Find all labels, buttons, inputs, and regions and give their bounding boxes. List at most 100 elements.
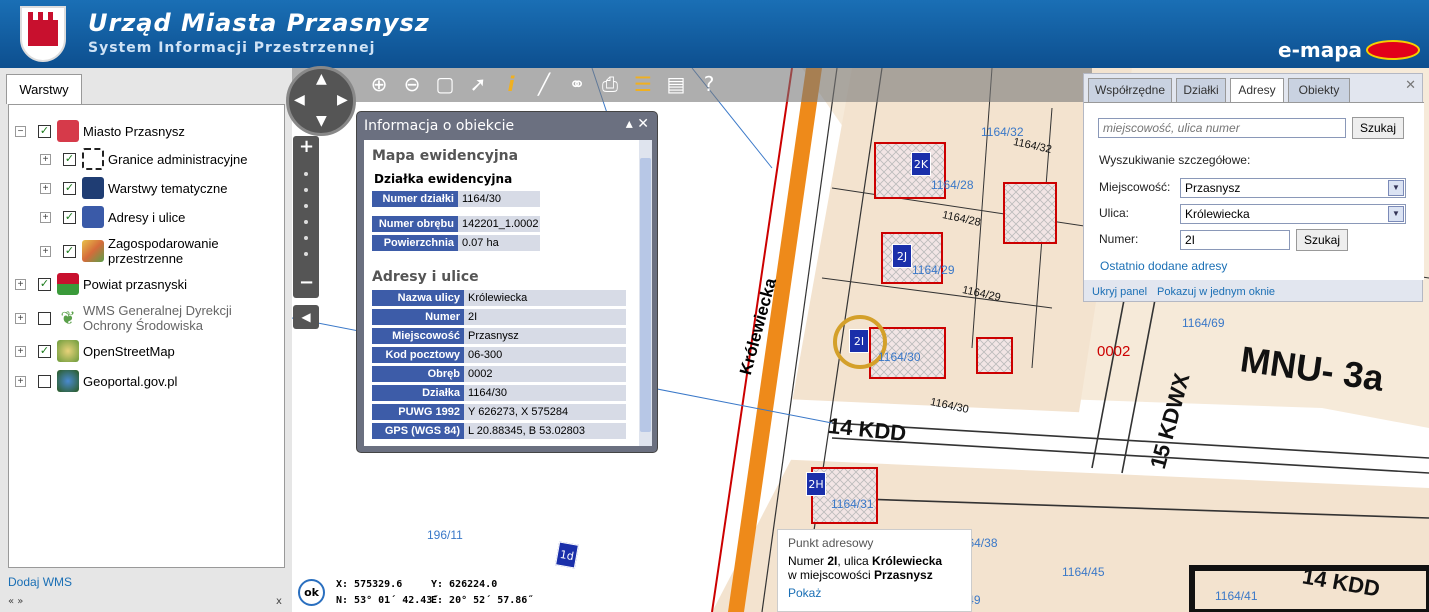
window-controls[interactable]: ▴ ✕ <box>626 116 649 132</box>
boundary-icon <box>82 148 104 170</box>
address-marker[interactable]: 2K <box>911 152 931 176</box>
layer-row[interactable]: − ✓ Miasto Przasnysz <box>15 120 185 142</box>
pan-up-icon[interactable]: ▲ <box>316 71 327 87</box>
detail-label: Wyszukiwanie szczegółowe: <box>1099 153 1251 167</box>
map-parcel-label: 196/11 <box>427 528 463 542</box>
search-number-button[interactable]: Szukaj <box>1296 229 1348 251</box>
layer-checkbox[interactable]: ✓ <box>38 344 51 358</box>
layer-checkbox[interactable]: ✓ <box>63 244 76 258</box>
zoom-plus-icon[interactable]: + <box>299 136 314 157</box>
coordinate-readout: X: 575329.6 Y: 626224.0 N: 53° 01´ 42.43… <box>336 579 534 606</box>
layer-tree <box>8 104 285 568</box>
info-row: Numer 2I <box>372 309 626 325</box>
one-window-link[interactable]: Pokazuj w jednym oknie <box>1157 286 1275 298</box>
section-title: Adresy i ulice <box>372 269 479 285</box>
link-icon[interactable]: ⚭ <box>565 72 589 96</box>
layer-row[interactable]: + ✓ Granice administracyjne <box>40 148 247 170</box>
layer-row[interactable]: + ✓ Powiat przasnyski <box>15 273 187 295</box>
collapse-icon[interactable]: − <box>15 125 26 137</box>
layer-label: Granice administracyjne <box>108 151 248 167</box>
recent-addresses-link[interactable]: Ostatnio dodane adresy <box>1100 259 1227 273</box>
search-input[interactable] <box>1098 118 1346 138</box>
zoning-map-icon <box>82 240 104 262</box>
tab-parcels[interactable]: Działki <box>1176 78 1226 102</box>
panel-collapse-arrows[interactable]: « » <box>8 596 23 607</box>
help-icon[interactable]: ? <box>697 72 721 96</box>
expand-icon[interactable]: + <box>40 182 51 194</box>
layer-row[interactable]: + ✓ ❦ WMS Generalnej Dyrekcji Ochrony Śro… <box>15 303 243 333</box>
layer-row[interactable]: + ✓ Geoportal.gov.pl <box>15 370 177 392</box>
pan-left-icon[interactable]: ◀ <box>294 92 305 108</box>
layout-icon[interactable]: ▤ <box>664 72 688 96</box>
city-crest-icon <box>57 120 79 142</box>
zoom-minus-icon[interactable]: − <box>299 272 314 293</box>
address-tooltip: Punkt adresowy Numer 2I, ulica Królewiec… <box>777 529 972 612</box>
zoom-in-icon[interactable]: ⊕ <box>367 72 391 96</box>
layer-row[interactable]: + ✓ Zagospodarowanie przestrzenne <box>40 236 238 266</box>
chevron-down-icon[interactable]: ▼ <box>1388 180 1404 196</box>
layer-label: Powiat przasnyski <box>83 276 188 292</box>
expand-icon[interactable]: + <box>40 153 51 165</box>
chevron-down-icon[interactable]: ▼ <box>1388 206 1404 222</box>
info-row: Obręb 0002 <box>372 366 626 382</box>
close-icon[interactable]: ✕ <box>1405 78 1416 93</box>
address-marker[interactable]: 1d <box>555 541 579 569</box>
add-wms-link[interactable]: Dodaj WMS <box>8 575 72 589</box>
address-marker[interactable]: 2I <box>849 329 869 353</box>
tab-layers[interactable]: Warstwy <box>6 74 82 104</box>
zoom-out-icon[interactable]: ⊖ <box>400 72 424 96</box>
street-select[interactable]: Królewiecka ▼ <box>1180 204 1406 224</box>
pan-control[interactable]: ▲ ▼ ◀ ▶ <box>286 66 356 136</box>
search-button[interactable]: Szukaj <box>1352 117 1404 139</box>
number-input[interactable]: 2I <box>1180 230 1290 250</box>
layer-row[interactable]: + ✓ Adresy i ulice <box>40 206 185 228</box>
expand-icon[interactable]: + <box>15 278 26 290</box>
layer-checkbox[interactable]: ✓ <box>38 311 51 325</box>
layers-icon[interactable]: ☰ <box>631 72 655 96</box>
layer-checkbox[interactable]: ✓ <box>63 210 76 224</box>
pointer-icon[interactable]: ➚ <box>466 72 490 96</box>
pan-down-icon[interactable]: ▼ <box>316 113 327 129</box>
address-marker[interactable]: 2J <box>892 244 912 268</box>
map-parcel-label: 1164/41 <box>1215 589 1258 603</box>
map-parcel-label: 1164/45 <box>1062 565 1105 579</box>
info-title: Informacja o obiekcie <box>364 118 515 134</box>
measure-icon[interactable]: ╱ <box>532 72 556 96</box>
pan-right-icon[interactable]: ▶ <box>337 92 348 108</box>
expand-icon[interactable]: + <box>40 245 51 257</box>
town-select[interactable]: Przasnysz ▼ <box>1180 178 1406 198</box>
address-marker[interactable]: 2H <box>806 472 826 496</box>
ok-button[interactable]: ok <box>298 579 325 606</box>
hide-panel-link[interactable]: Ukryj panel <box>1092 286 1147 298</box>
app-title: Urząd Miasta Przasnysz <box>88 9 430 37</box>
panel-close-button[interactable]: x <box>276 596 282 607</box>
layer-label: Geoportal.gov.pl <box>83 373 178 389</box>
show-link[interactable]: Pokaż <box>788 586 961 600</box>
print-icon[interactable]: ⎙ <box>598 72 622 96</box>
expand-icon[interactable]: + <box>15 312 26 324</box>
tab-addresses[interactable]: Adresy <box>1230 78 1284 103</box>
layer-checkbox[interactable]: ✓ <box>38 124 51 138</box>
layers-stack-icon <box>82 177 104 199</box>
number-label: Numer: <box>1099 232 1139 246</box>
collapse-panel-icon[interactable]: ◀ <box>293 305 319 329</box>
expand-icon[interactable]: + <box>15 345 26 357</box>
info-row: PUWG 1992 Y 626273, X 575284 <box>372 404 626 420</box>
layer-label: Zagospodarowanie przestrzenne <box>108 236 219 266</box>
full-extent-icon[interactable]: ▢ <box>433 72 457 96</box>
layer-row[interactable]: + ✓ Warstwy tematyczne <box>40 177 227 199</box>
layer-checkbox[interactable]: ✓ <box>63 152 76 166</box>
layer-checkbox[interactable]: ✓ <box>63 181 76 195</box>
layer-checkbox[interactable]: ✓ <box>38 374 51 388</box>
expand-icon[interactable]: + <box>15 375 26 387</box>
object-info-window: Informacja o obiekcie ▴ ✕ Mapa ewidencyj… <box>356 111 658 453</box>
layer-checkbox[interactable]: ✓ <box>38 277 51 291</box>
expand-icon[interactable]: + <box>40 211 51 223</box>
zoom-slider[interactable]: + − <box>293 136 319 298</box>
tab-objects[interactable]: Obiekty <box>1288 78 1350 102</box>
layer-row[interactable]: + ✓ OpenStreetMap <box>15 340 175 362</box>
info-icon[interactable]: i <box>499 72 523 96</box>
info-scrollbar[interactable] <box>639 140 652 446</box>
map-parcel-label: 1164/31 <box>831 497 874 511</box>
tab-coordinates[interactable]: Współrzędne <box>1088 78 1172 102</box>
